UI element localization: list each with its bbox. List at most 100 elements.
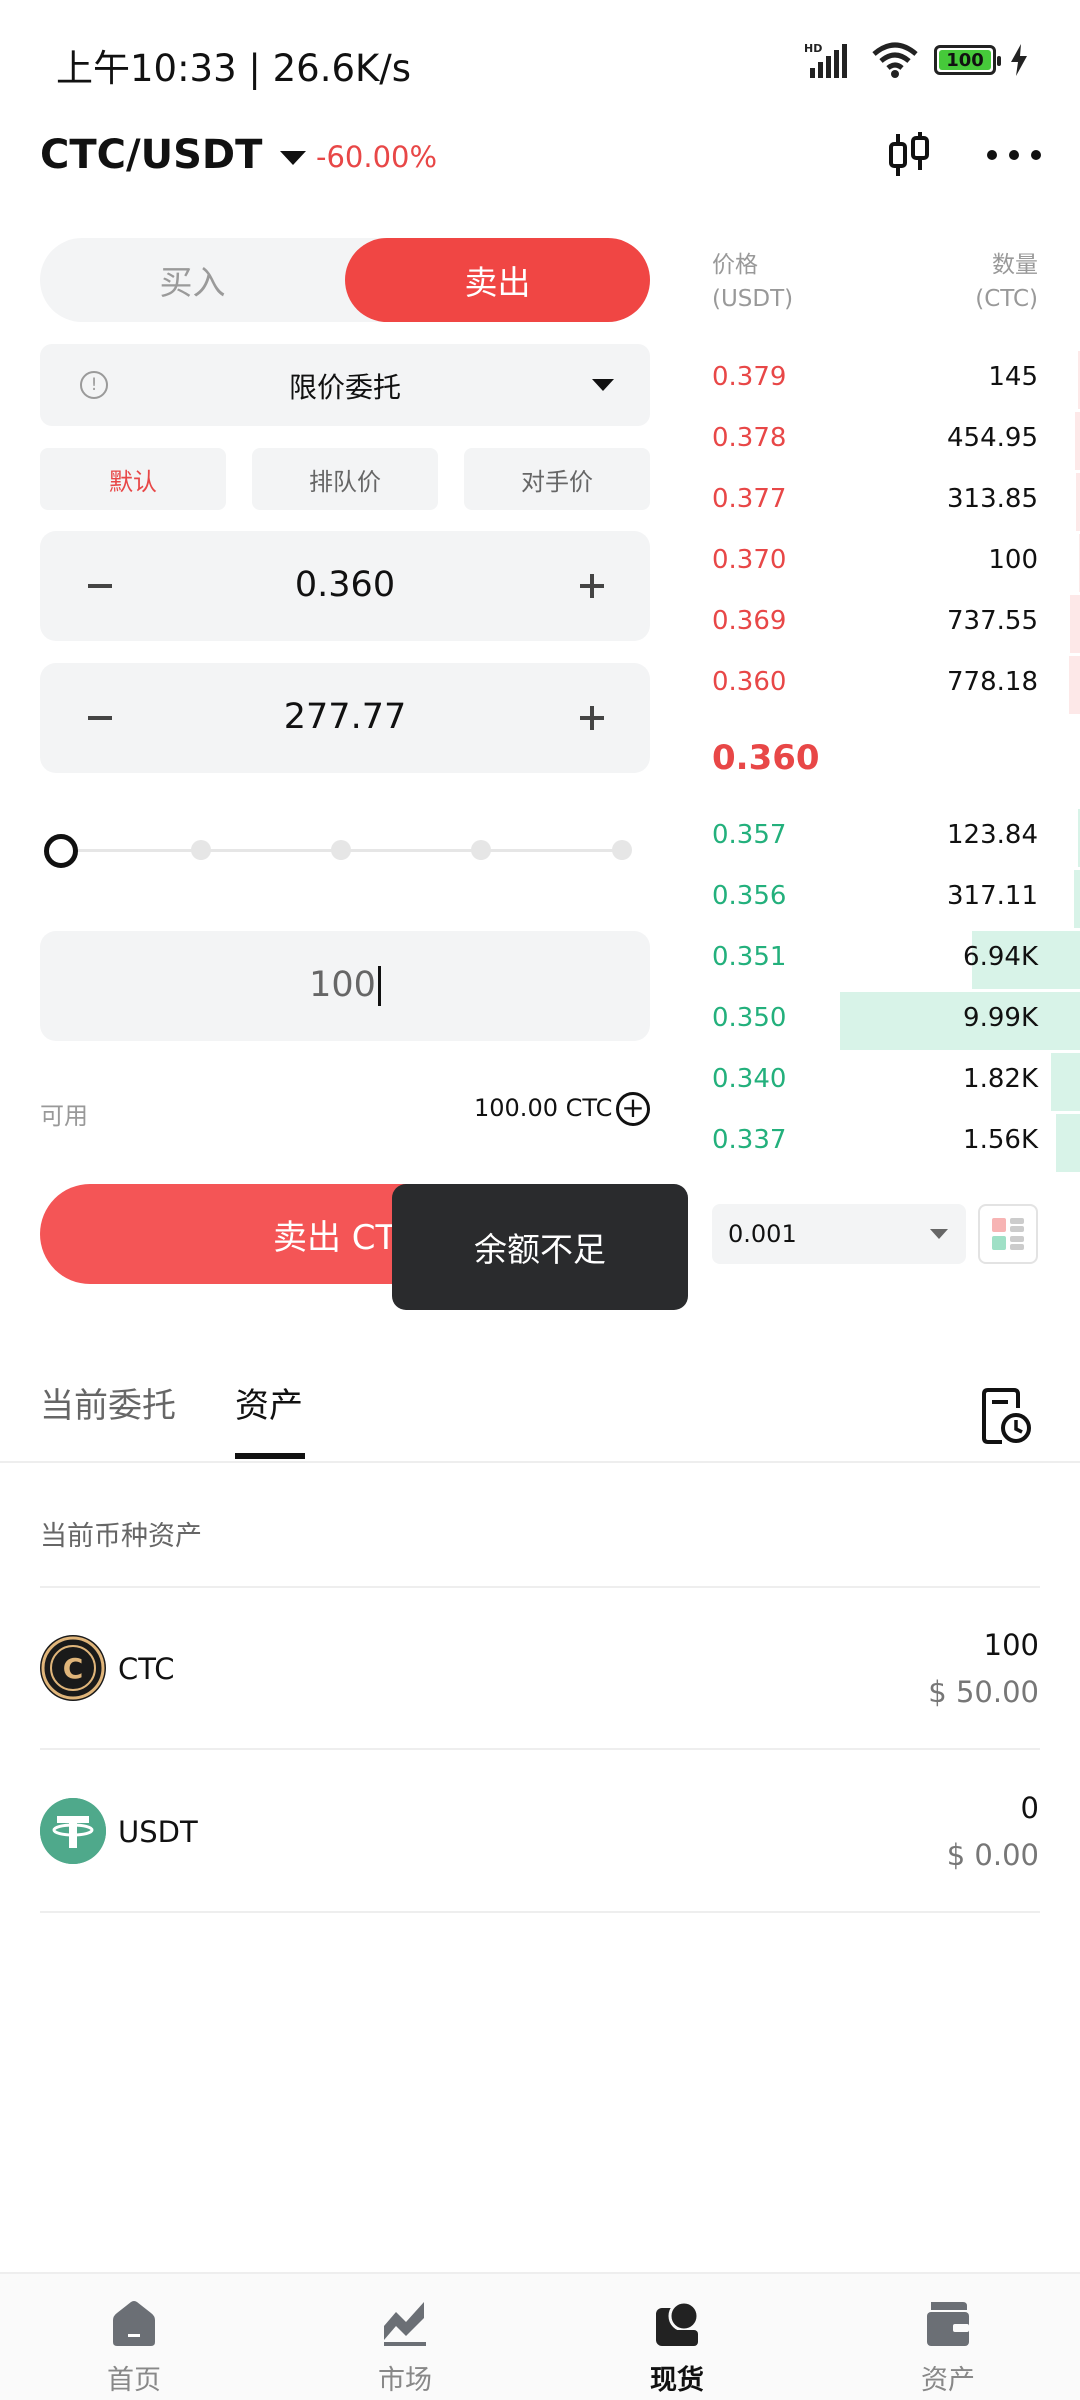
ob-qty: 737.55 [947, 606, 1038, 636]
ask-depth-bar [1069, 656, 1080, 714]
nav-home[interactable]: 首页 [54, 2288, 214, 2398]
ob-price: 0.360 [712, 667, 787, 697]
pair-label: CTC/USDT [40, 132, 263, 178]
ob-qty: 317.11 [947, 881, 1038, 911]
wallet-icon [927, 2302, 969, 2346]
ob-price-header: 价格 (USDT) [712, 252, 794, 312]
ob-price: 0.350 [712, 1003, 787, 1033]
chevron-down-icon [592, 379, 614, 391]
ob-qty: 6.94K [963, 942, 1038, 972]
sell-tab[interactable]: 卖出 [345, 238, 650, 322]
ob-qty: 9.99K [963, 1003, 1038, 1033]
last-price: 0.360 [712, 738, 820, 778]
toast-message: 余额不足 [392, 1184, 688, 1310]
asset-usd-value: $ 50.00 [928, 1675, 1039, 1709]
bid-depth-bar [1056, 1114, 1080, 1172]
nav-label: 资产 [921, 2365, 975, 2396]
chevron-down-icon [930, 1229, 948, 1239]
ob-price: 0.369 [712, 606, 787, 636]
charging-icon [1011, 44, 1027, 76]
price-stepper: 0.360 [40, 531, 650, 641]
tab-active-indicator [235, 1453, 305, 1459]
price-input[interactable]: 0.360 [40, 565, 650, 605]
asset-usd-value: $ 0.00 [946, 1838, 1039, 1872]
depth-step-select[interactable]: 0.001 [712, 1204, 966, 1264]
ob-qty: 313.85 [947, 484, 1038, 514]
order-type-label: 限价委托 [288, 371, 401, 404]
tab-open-orders[interactable]: 当前委托 [40, 1378, 176, 1427]
ob-qty: 1.56K [963, 1125, 1038, 1155]
price-plus-button[interactable] [572, 566, 612, 606]
asset-amount: 100 [983, 1628, 1039, 1662]
ask-row[interactable]: 0.378 454.95 [712, 412, 1080, 470]
ob-price: 0.337 [712, 1125, 787, 1155]
ask-depth-bar [1070, 595, 1080, 653]
buy-tab[interactable]: 买入 [40, 238, 345, 322]
ask-row[interactable]: 0.360 778.18 [712, 656, 1080, 714]
nav-market[interactable]: 市场 [325, 2288, 485, 2398]
chip-counterparty-price[interactable]: 对手价 [464, 448, 650, 510]
available-value: 100.00 CTC [474, 1094, 613, 1122]
slider-handle[interactable] [44, 834, 78, 868]
ask-row[interactable]: 0.370 100 [712, 534, 1080, 592]
slider-stop-75[interactable] [471, 840, 491, 860]
battery-level: 100 [946, 49, 984, 71]
amount-field[interactable]: 100 [40, 931, 650, 1041]
ob-qty-header: 数量 (CTC) [975, 252, 1038, 312]
divider [40, 1911, 1040, 1913]
ask-depth-bar [1076, 473, 1080, 531]
bid-row[interactable]: 0.350 9.99K [712, 992, 1080, 1050]
bid-row[interactable]: 0.351 6.94K [712, 931, 1080, 989]
quantity-stepper: 277.77 [40, 663, 650, 773]
spot-icon [656, 2300, 700, 2346]
nav-label: 首页 [107, 2365, 161, 2396]
divider [40, 1586, 1040, 1588]
order-type-select[interactable]: ! 限价委托 [40, 344, 650, 426]
ask-row[interactable]: 0.369 737.55 [712, 595, 1080, 653]
slider-stop-100[interactable] [612, 840, 632, 860]
ob-price: 0.356 [712, 881, 787, 911]
tab-assets[interactable]: 资产 [235, 1378, 303, 1427]
ob-price: 0.357 [712, 820, 787, 850]
market-chart-icon [384, 2302, 426, 2346]
orderbook-layout-button[interactable] [978, 1204, 1038, 1264]
slider-stop-50[interactable] [331, 840, 351, 860]
ob-price: 0.351 [712, 942, 787, 972]
chevron-down-icon [280, 151, 307, 165]
nav-label: 市场 [378, 2365, 432, 2396]
bid-row[interactable]: 0.357 123.84 [712, 809, 1080, 867]
quantity-input[interactable]: 277.77 [40, 697, 650, 737]
order-history-icon[interactable] [978, 1388, 1032, 1444]
chip-queue-price[interactable]: 排队价 [252, 448, 438, 510]
bid-row[interactable]: 0.356 317.11 [712, 870, 1080, 928]
section-title: 当前币种资产 [40, 1521, 202, 1552]
asset-amount: 0 [1020, 1791, 1039, 1825]
candlestick-chart-icon[interactable] [882, 128, 936, 182]
quantity-plus-button[interactable] [572, 698, 612, 738]
ctc-coin-icon: C [40, 1635, 106, 1701]
ask-row[interactable]: 0.377 313.85 [712, 473, 1080, 531]
pair-selector[interactable]: CTC/USDT [40, 132, 307, 178]
buy-sell-toggle: 买入 卖出 [40, 238, 650, 322]
ob-price: 0.379 [712, 362, 787, 392]
ob-price: 0.340 [712, 1064, 787, 1094]
add-funds-icon[interactable]: + [616, 1092, 650, 1126]
ask-row[interactable]: 0.379 145 [712, 351, 1080, 409]
slider-stop-25[interactable] [191, 840, 211, 860]
bid-depth-bar [1074, 870, 1080, 928]
usdt-coin-icon [40, 1798, 106, 1864]
nav-spot[interactable]: 现货 [597, 2288, 757, 2398]
chip-default[interactable]: 默认 [40, 448, 226, 510]
ob-qty: 778.18 [947, 667, 1038, 697]
bid-row[interactable]: 0.337 1.56K [712, 1114, 1080, 1172]
wifi-icon [872, 42, 918, 78]
nav-assets[interactable]: 资产 [868, 2288, 1028, 2398]
asset-name: CTC [118, 1652, 175, 1686]
ob-price: 0.377 [712, 484, 787, 514]
battery-icon: 100 [934, 45, 1001, 75]
amount-value: 100 [309, 965, 376, 1005]
more-icon[interactable] [984, 128, 1044, 182]
bid-row[interactable]: 0.340 1.82K [712, 1053, 1080, 1111]
available-label: 可用 [40, 1102, 88, 1130]
ob-qty: 100 [988, 545, 1038, 575]
